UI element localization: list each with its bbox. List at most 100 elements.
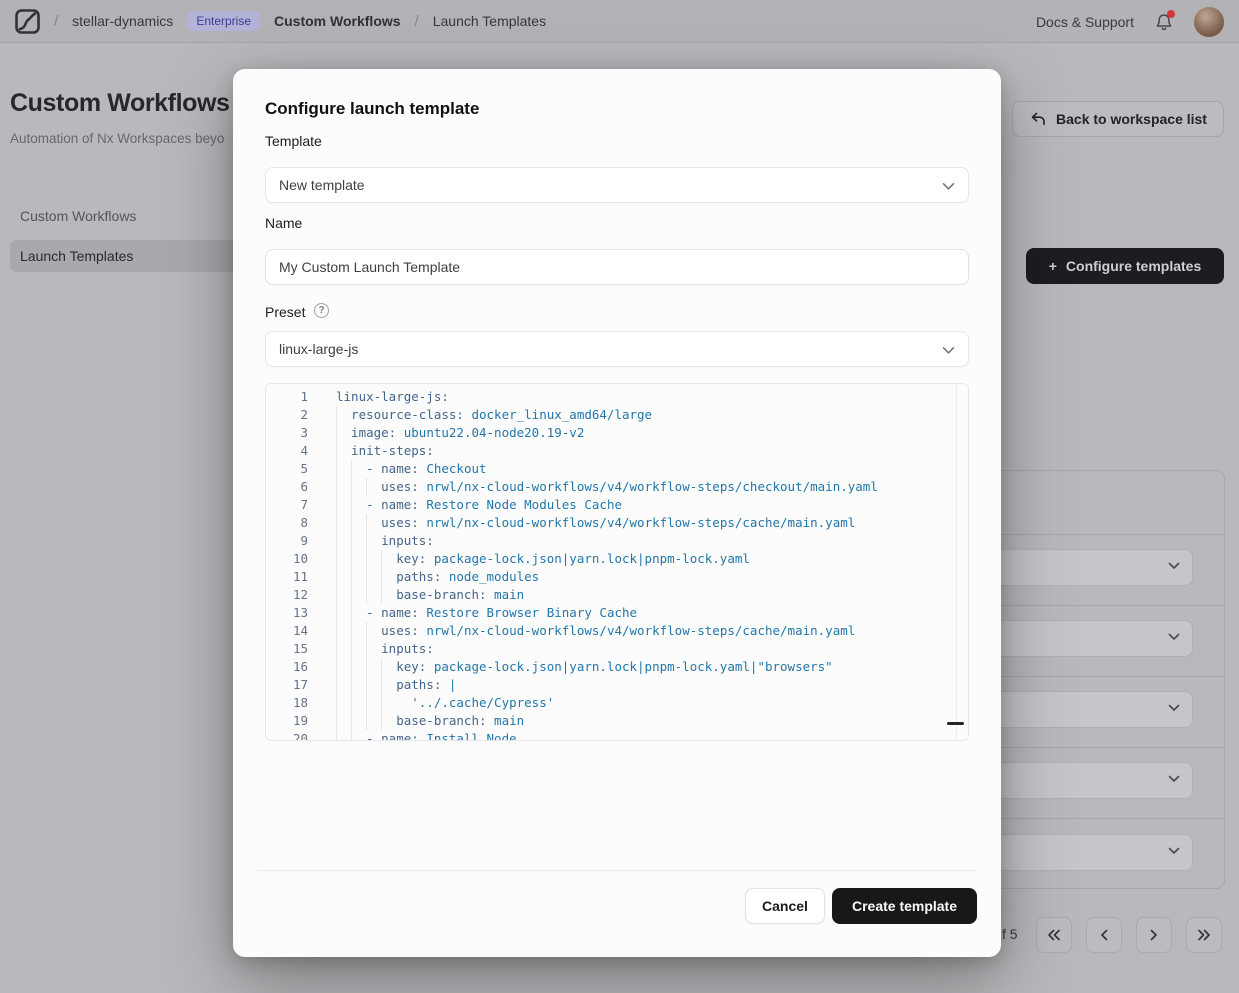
nx-cloud-logo-icon[interactable] bbox=[15, 9, 40, 34]
indent-guide bbox=[351, 496, 352, 514]
indent-guide bbox=[336, 424, 337, 442]
create-template-button[interactable]: Create template bbox=[832, 888, 977, 924]
modal-footer-divider bbox=[257, 870, 977, 871]
line-number: 3 bbox=[266, 424, 308, 442]
indent-guide bbox=[336, 568, 337, 586]
indent-guide bbox=[351, 676, 352, 694]
chevron-down-icon bbox=[942, 346, 955, 355]
code-line: 9 inputs: bbox=[266, 532, 968, 550]
modal-title: Configure launch template bbox=[265, 99, 479, 119]
configure-templates-button[interactable]: + Configure templates bbox=[1026, 248, 1224, 284]
indent-guide bbox=[336, 694, 337, 712]
indent-guide bbox=[336, 622, 337, 640]
line-number: 17 bbox=[266, 676, 308, 694]
indent-guide bbox=[336, 676, 337, 694]
pagination-prev-button[interactable] bbox=[1086, 917, 1122, 953]
line-number: 19 bbox=[266, 712, 308, 730]
code-line: 8 uses: nrwl/nx-cloud-workflows/v4/workf… bbox=[266, 514, 968, 532]
indent-guide bbox=[366, 478, 367, 496]
code-line: 17 paths: | bbox=[266, 676, 968, 694]
cancel-button[interactable]: Cancel bbox=[745, 888, 825, 924]
line-number: 8 bbox=[266, 514, 308, 532]
code-line: 12 base-branch: main bbox=[266, 586, 968, 604]
indent-guide bbox=[351, 532, 352, 550]
breadcrumb-separator: / bbox=[54, 13, 58, 30]
indent-guide bbox=[336, 658, 337, 676]
navbar-right: Docs & Support bbox=[1036, 0, 1224, 43]
code-line: 11 paths: node_modules bbox=[266, 568, 968, 586]
code-line: 10 key: package-lock.json|yarn.lock|pnpm… bbox=[266, 550, 968, 568]
chevron-right-icon bbox=[1149, 929, 1159, 941]
indent-guide bbox=[351, 550, 352, 568]
indent-guide bbox=[351, 694, 352, 712]
pagination-next-button[interactable] bbox=[1136, 917, 1172, 953]
line-number: 7 bbox=[266, 496, 308, 514]
line-number: 18 bbox=[266, 694, 308, 712]
plus-icon: + bbox=[1049, 259, 1057, 273]
code-line: 14 uses: nrwl/nx-cloud-workflows/v4/work… bbox=[266, 622, 968, 640]
back-to-workspace-list-button[interactable]: Back to workspace list bbox=[1012, 101, 1224, 137]
chevron-down-icon bbox=[1168, 704, 1180, 712]
notifications-bell-icon[interactable] bbox=[1154, 12, 1174, 32]
user-avatar[interactable] bbox=[1194, 7, 1224, 37]
pagination-last-button[interactable] bbox=[1186, 917, 1222, 953]
indent-guide bbox=[336, 532, 337, 550]
indent-guide bbox=[366, 532, 367, 550]
chevron-down-icon bbox=[1168, 775, 1180, 783]
chevron-down-icon bbox=[942, 182, 955, 191]
sidebar-item-custom-workflows[interactable]: Custom Workflows bbox=[20, 208, 136, 224]
code-line: 16 key: package-lock.json|yarn.lock|pnpm… bbox=[266, 658, 968, 676]
indent-guide bbox=[336, 640, 337, 658]
template-select[interactable]: New template bbox=[265, 167, 969, 203]
indent-guide bbox=[381, 712, 382, 730]
indent-guide bbox=[366, 550, 367, 568]
configure-button-label: Configure templates bbox=[1066, 258, 1201, 274]
code-line: 13 - name: Restore Browser Binary Cache bbox=[266, 604, 968, 622]
sidebar-item-label: Launch Templates bbox=[10, 248, 133, 264]
indent-guide bbox=[351, 604, 352, 622]
indent-guide bbox=[381, 676, 382, 694]
code-line: 7 - name: Restore Node Modules Cache bbox=[266, 496, 968, 514]
indent-guide bbox=[351, 730, 352, 741]
indent-guide bbox=[351, 460, 352, 478]
editor-scrollbar-thumb[interactable] bbox=[947, 722, 964, 725]
line-number: 10 bbox=[266, 550, 308, 568]
indent-guide bbox=[351, 658, 352, 676]
code-line: 6 uses: nrwl/nx-cloud-workflows/v4/workf… bbox=[266, 478, 968, 496]
chevron-down-icon bbox=[1168, 562, 1180, 570]
sidebar-item-launch-templates[interactable]: Launch Templates bbox=[10, 240, 250, 272]
name-label: Name bbox=[265, 215, 302, 231]
indent-guide bbox=[381, 550, 382, 568]
name-input[interactable] bbox=[265, 249, 969, 285]
indent-guide bbox=[351, 568, 352, 586]
code-line: 18 '../.cache/Cypress' bbox=[266, 694, 968, 712]
breadcrumb-page[interactable]: Launch Templates bbox=[433, 13, 546, 29]
indent-guide bbox=[351, 712, 352, 730]
breadcrumb-section[interactable]: Custom Workflows bbox=[274, 13, 401, 29]
indent-guide bbox=[366, 712, 367, 730]
code-line: 3 image: ubuntu22.04-node20.19-v2 bbox=[266, 424, 968, 442]
line-number: 5 bbox=[266, 460, 308, 478]
indent-guide bbox=[336, 406, 337, 424]
indent-guide bbox=[336, 586, 337, 604]
code-line: 1linux-large-js: bbox=[266, 388, 968, 406]
line-number: 14 bbox=[266, 622, 308, 640]
indent-guide bbox=[381, 658, 382, 676]
breadcrumb-workspace[interactable]: stellar-dynamics bbox=[72, 13, 173, 29]
pagination-label: f 5 bbox=[1002, 926, 1018, 942]
indent-guide bbox=[336, 442, 337, 460]
chevron-down-icon bbox=[1168, 847, 1180, 855]
editor-scrollbar-track[interactable] bbox=[956, 384, 957, 740]
docs-support-link[interactable]: Docs & Support bbox=[1036, 14, 1134, 30]
indent-guide bbox=[366, 676, 367, 694]
indent-guide bbox=[366, 694, 367, 712]
double-chevron-left-icon bbox=[1046, 929, 1062, 941]
indent-guide bbox=[351, 640, 352, 658]
line-number: 2 bbox=[266, 406, 308, 424]
preset-select[interactable]: linux-large-js bbox=[265, 331, 969, 367]
line-number: 11 bbox=[266, 568, 308, 586]
pagination-first-button[interactable] bbox=[1036, 917, 1072, 953]
yaml-code-editor[interactable]: 1linux-large-js:2 resource-class: docker… bbox=[265, 383, 969, 741]
help-icon[interactable]: ? bbox=[314, 303, 329, 318]
indent-guide bbox=[351, 514, 352, 532]
